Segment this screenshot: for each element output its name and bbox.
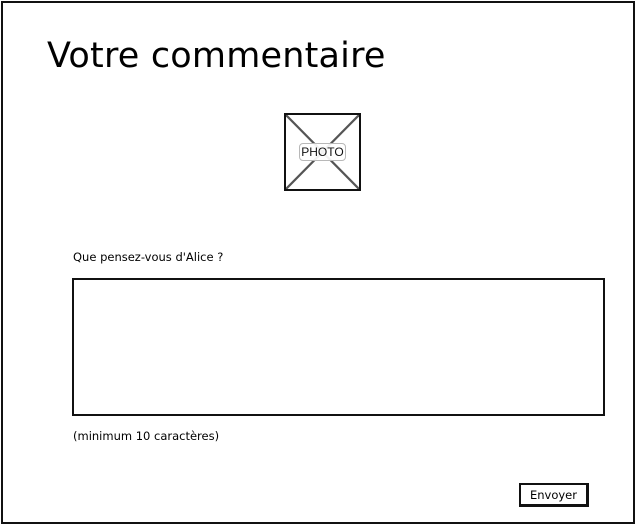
photo-label: PHOTO bbox=[299, 143, 346, 161]
comment-question-label: Que pensez-vous d'Alice ? bbox=[73, 250, 224, 264]
send-button[interactable]: Envoyer bbox=[519, 483, 589, 507]
comment-form-window: Votre commentaire PHOTO Que pensez-vous … bbox=[1, 1, 635, 524]
page-title: Votre commentaire bbox=[47, 36, 386, 76]
comment-textarea[interactable] bbox=[72, 278, 605, 416]
minimum-length-hint: (minimum 10 caractères) bbox=[73, 429, 220, 443]
photo-placeholder: PHOTO bbox=[284, 113, 361, 191]
